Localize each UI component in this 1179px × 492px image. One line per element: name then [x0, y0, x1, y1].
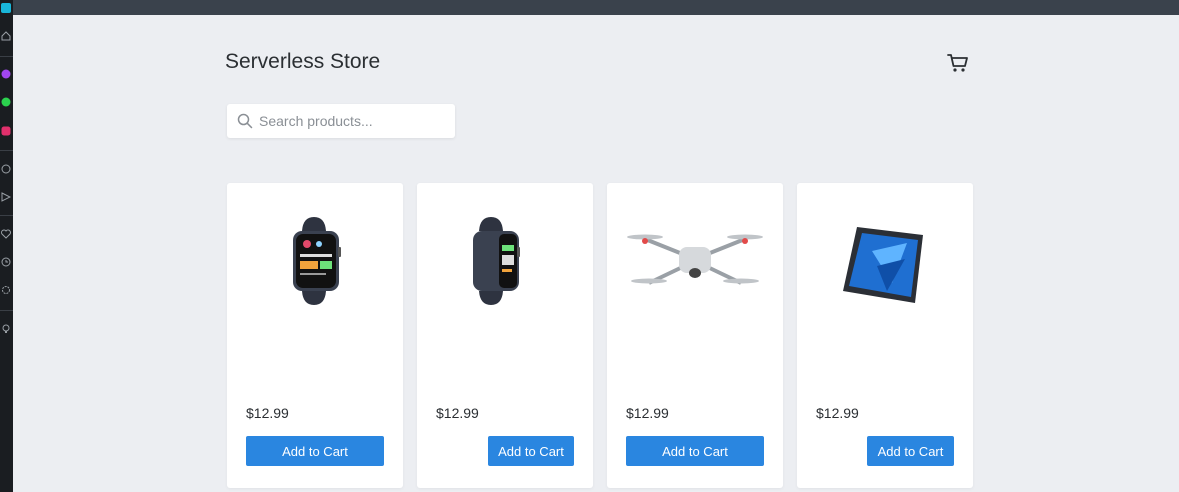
browser-top-bar [0, 0, 1179, 15]
sidebar-divider [0, 215, 13, 216]
product-card[interactable]: $12.99 Add to Cart [607, 183, 783, 488]
smartwatch-image [473, 217, 520, 305]
cart-icon[interactable] [946, 51, 970, 75]
product-card[interactable]: $12.99 Add to Cart [797, 183, 973, 488]
tablet-image [843, 227, 923, 303]
add-to-cart-button[interactable]: Add to Cart [626, 436, 764, 466]
product-image [607, 211, 783, 311]
product-image [417, 211, 593, 311]
product-price: $12.99 [626, 405, 669, 421]
add-to-cart-button[interactable]: Add to Cart [246, 436, 384, 466]
sidebar-divider [0, 310, 13, 311]
home-icon[interactable] [1, 31, 11, 41]
heart-icon[interactable] [1, 229, 11, 239]
product-image [227, 211, 403, 311]
browser-sidebar [0, 0, 13, 492]
product-price: $12.99 [816, 405, 859, 421]
lightbulb-icon[interactable] [1, 324, 11, 334]
add-to-cart-button[interactable]: Add to Cart [488, 436, 574, 466]
search-icon [237, 113, 253, 129]
add-to-cart-button[interactable]: Add to Cart [867, 436, 954, 466]
drone-image [627, 234, 763, 285]
instagram-icon[interactable] [1, 126, 11, 136]
product-price: $12.99 [246, 405, 289, 421]
messenger-icon[interactable] [1, 69, 11, 79]
sidebar-divider [0, 56, 13, 57]
sidebar-divider [0, 150, 13, 151]
history-icon[interactable] [1, 257, 11, 267]
app-logo-icon[interactable] [1, 3, 11, 13]
settings-icon[interactable] [1, 285, 11, 295]
product-card[interactable]: $12.99 Add to Cart [227, 183, 403, 488]
product-price: $12.99 [436, 405, 479, 421]
page-title: Serverless Store [225, 50, 381, 73]
smartwatch-image [293, 217, 341, 305]
music-icon[interactable] [1, 164, 11, 174]
product-image [797, 211, 973, 311]
send-icon[interactable] [1, 192, 11, 202]
search-box [227, 104, 455, 138]
whatsapp-icon[interactable] [1, 97, 11, 107]
product-card[interactable]: $12.99 Add to Cart [417, 183, 593, 488]
search-input[interactable] [259, 104, 449, 138]
